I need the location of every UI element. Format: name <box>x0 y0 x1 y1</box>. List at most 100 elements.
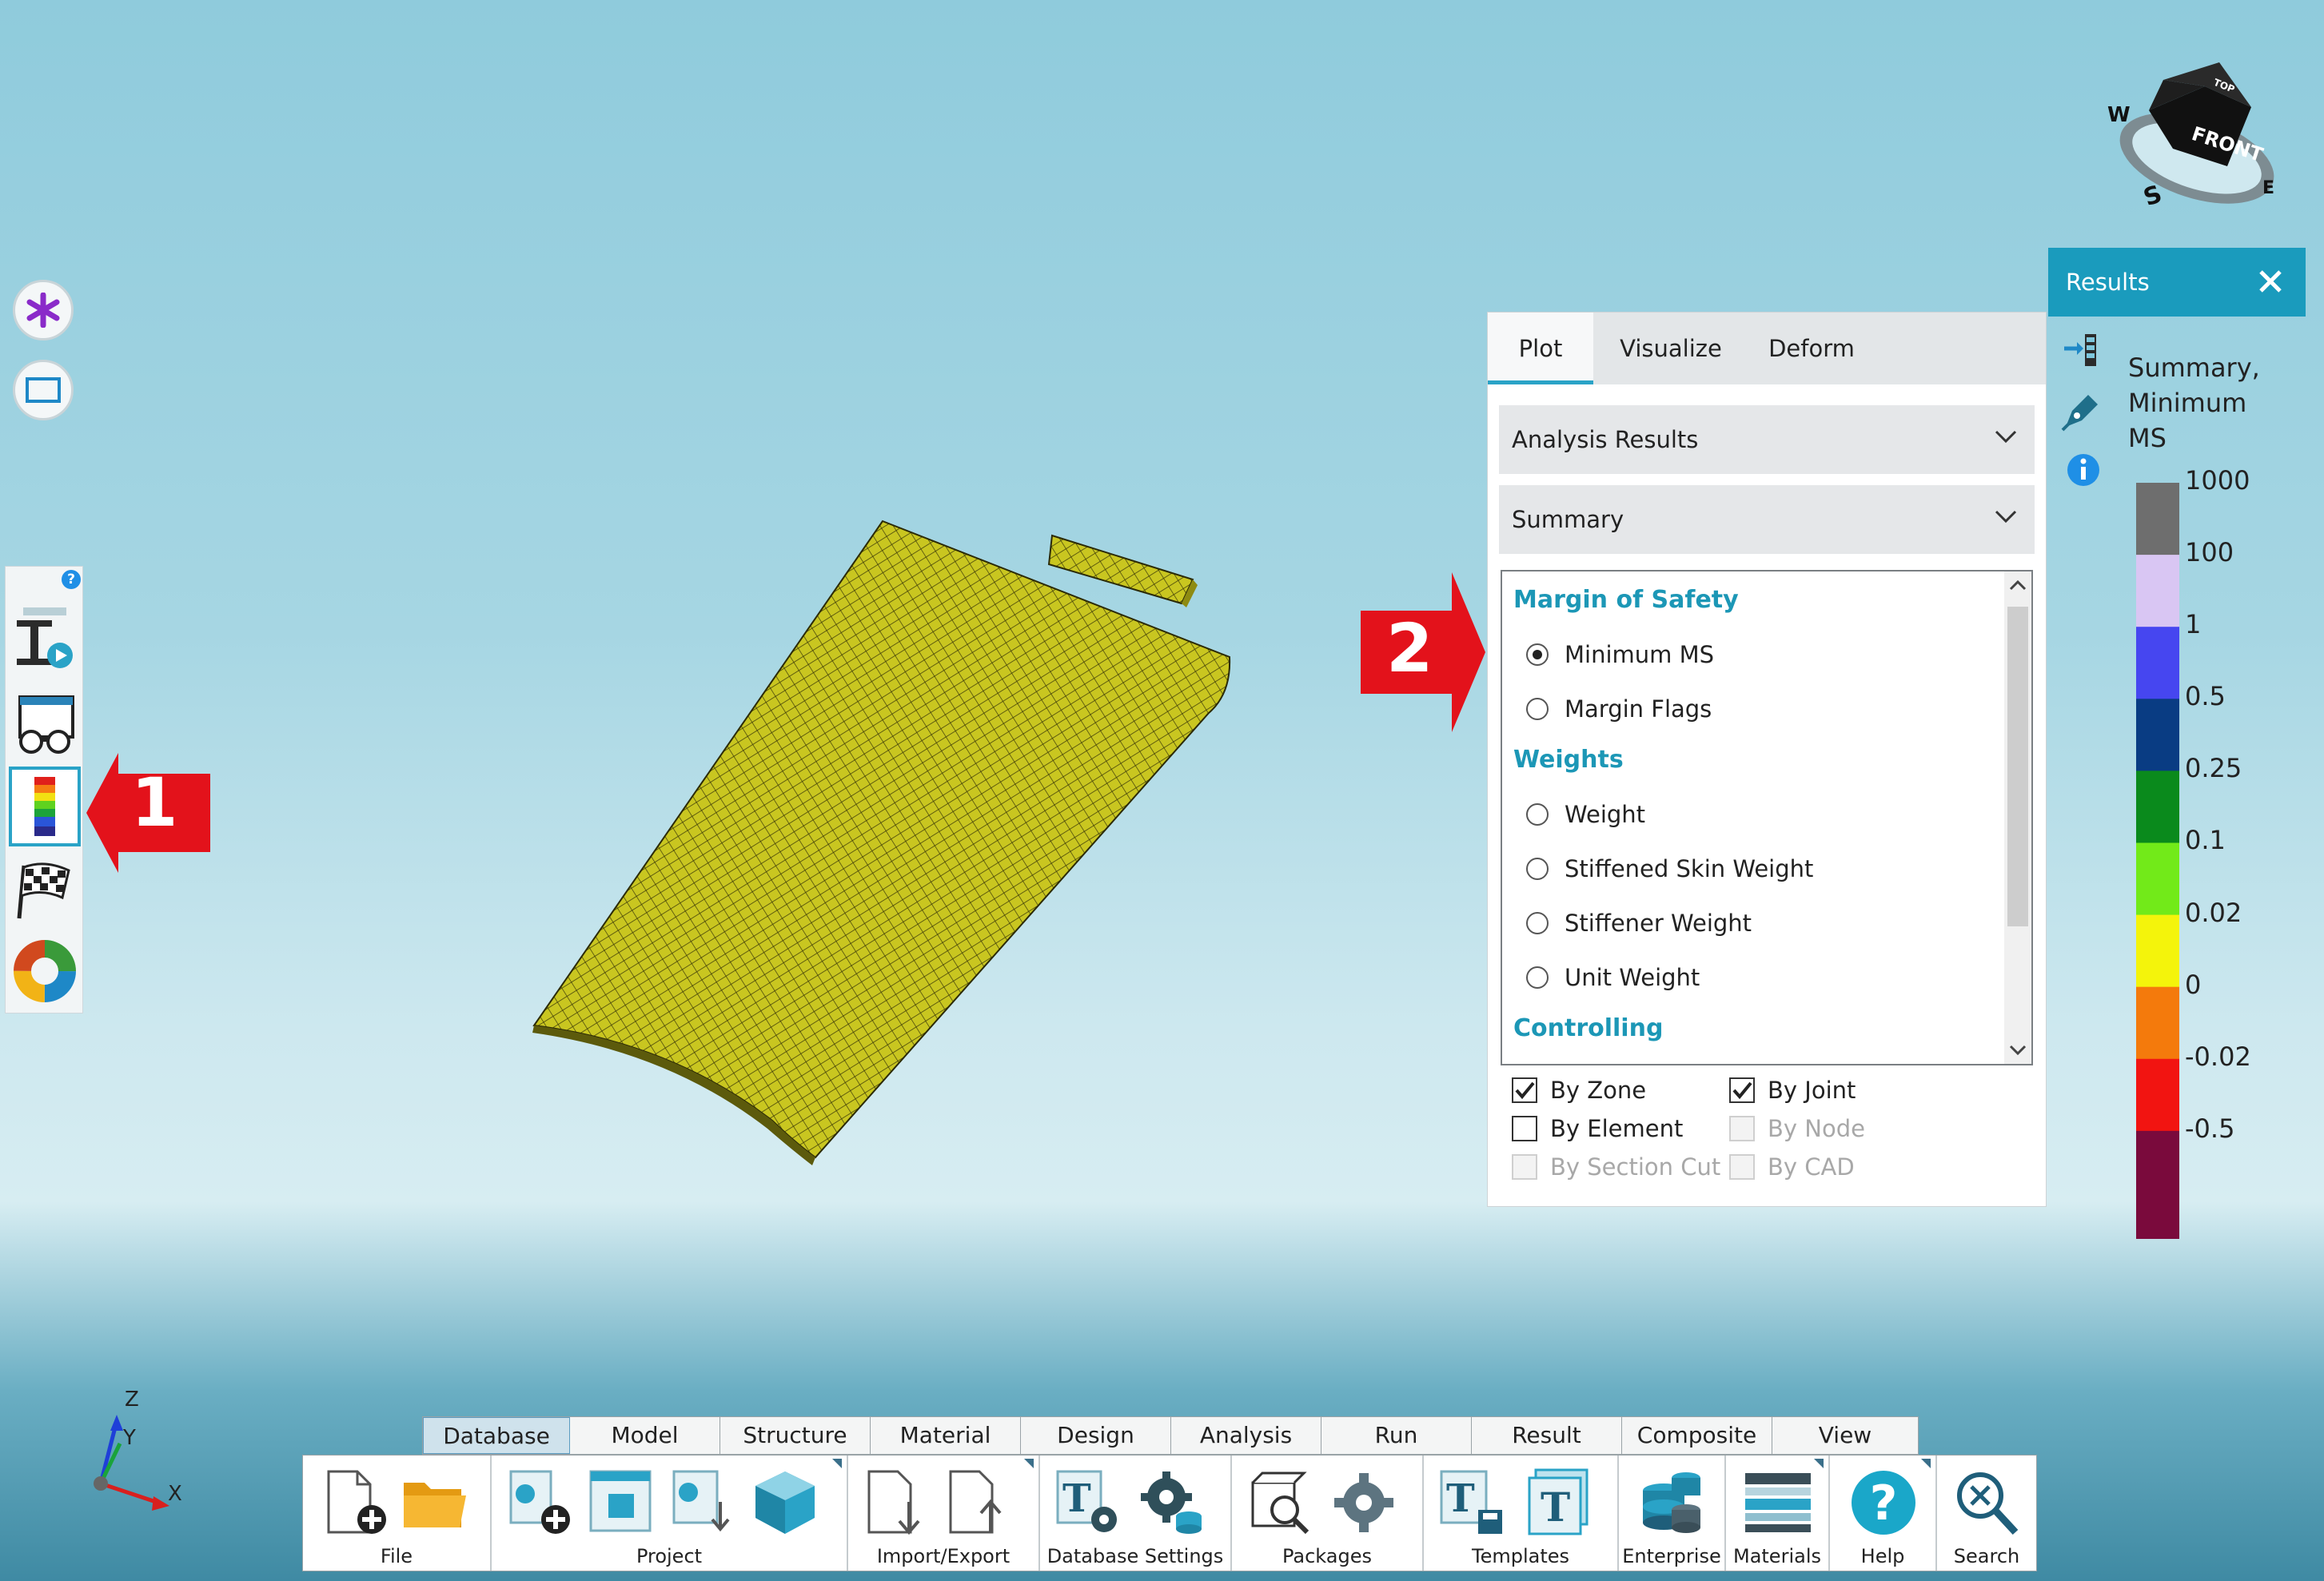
template-save-icon[interactable]: T <box>1437 1467 1509 1539</box>
checkbox-icon <box>1512 1154 1537 1180</box>
gear-database-icon[interactable] <box>1136 1467 1208 1539</box>
template-stack-icon[interactable]: T <box>1523 1467 1595 1539</box>
checkbox-by-section-cut: By Section Cut <box>1512 1153 1720 1181</box>
result-list[interactable]: Margin of Safety Minimum MS Margin Flags… <box>1501 570 2033 1065</box>
close-icon[interactable] <box>2254 265 2286 297</box>
axis-y-label: Y <box>123 1426 136 1450</box>
svg-text:?: ? <box>1870 1475 1898 1531</box>
asterisk-icon <box>26 293 60 328</box>
pen-icon[interactable] <box>2061 390 2103 432</box>
selection-mode-button[interactable] <box>13 280 74 340</box>
radio-icon <box>1526 803 1549 826</box>
search-icon[interactable] <box>1950 1467 2022 1539</box>
group-import-export-expand-icon[interactable] <box>1024 1459 1034 1468</box>
radio-minimum-ms[interactable]: Minimum MS <box>1526 639 1714 671</box>
radio-unit-weight[interactable]: Unit Weight <box>1526 962 1700 994</box>
legend-label: 0.25 <box>2185 753 2242 784</box>
tab-run[interactable]: Run <box>1321 1417 1472 1454</box>
group-enterprise: Enterprise <box>1619 1456 1726 1571</box>
beam-play-icon <box>17 607 73 668</box>
enterprise-database-icon[interactable] <box>1636 1467 1708 1539</box>
radio-stiffener-weight[interactable]: Stiffener Weight <box>1526 907 1752 939</box>
color-legend-bar <box>2136 483 2179 1239</box>
callout-number-2: 2 <box>1386 609 1433 687</box>
toolbar-checkered-flag[interactable] <box>9 851 81 931</box>
result-category-dropdown[interactable]: Analysis Results <box>1499 405 2035 474</box>
svg-text:T: T <box>1062 1476 1091 1521</box>
group-help: ? Help <box>1830 1456 1937 1571</box>
view-cube[interactable]: FRONT TOP W S E <box>2103 56 2286 216</box>
import-results-icon[interactable] <box>2063 331 2101 369</box>
group-help-label: Help <box>1860 1545 1905 1567</box>
tab-visualize[interactable]: Visualize <box>1608 313 1734 384</box>
tab-model[interactable]: Model <box>570 1417 720 1454</box>
open-folder-icon[interactable] <box>399 1467 471 1539</box>
group-help-expand-icon[interactable] <box>1921 1459 1931 1468</box>
import-icon[interactable] <box>861 1467 933 1539</box>
checkbox-by-element[interactable]: By Element <box>1512 1115 1683 1142</box>
group-materials: Materials <box>1726 1456 1830 1571</box>
legend-label: 0.5 <box>2185 681 2226 712</box>
chevron-up-icon[interactable] <box>2009 579 2027 591</box>
group-enterprise-label: Enterprise <box>1622 1545 1721 1567</box>
export-icon[interactable] <box>943 1467 1015 1539</box>
checkbox-icon <box>1729 1116 1755 1141</box>
package-box-icon[interactable] <box>749 1467 821 1539</box>
checkbox-icon <box>1512 1116 1537 1141</box>
legend-swatch <box>2136 627 2179 699</box>
rectangle-icon <box>26 377 61 403</box>
results-header: Results <box>2048 248 2306 317</box>
group-materials-expand-icon[interactable] <box>1814 1459 1824 1468</box>
scroll-thumb[interactable] <box>2007 607 2028 926</box>
radio-stiffened-skin-weight[interactable]: Stiffened Skin Weight <box>1526 853 1813 885</box>
toolbar-run-analysis[interactable] <box>9 597 81 677</box>
help-icon[interactable]: ? <box>62 570 81 589</box>
group-weights: Weights <box>1513 746 1624 774</box>
toolbar-donut-chart[interactable] <box>9 931 81 1011</box>
tab-plot[interactable]: Plot <box>1488 313 1593 384</box>
tab-database[interactable]: Database <box>423 1417 570 1454</box>
results-title: Results <box>2066 269 2150 296</box>
checkbox-icon <box>1729 1154 1755 1180</box>
group-templates-label: Templates <box>1471 1545 1569 1567</box>
import-project-icon[interactable] <box>668 1467 739 1539</box>
radio-weight[interactable]: Weight <box>1526 798 1645 830</box>
svg-text:T: T <box>1541 1483 1570 1531</box>
svg-text:T: T <box>1446 1476 1475 1521</box>
text-settings-icon[interactable]: T <box>1053 1467 1125 1539</box>
toolbar-view-results[interactable] <box>9 685 81 765</box>
materials-layers-icon[interactable] <box>1742 1467 1814 1539</box>
new-file-icon[interactable] <box>319 1467 391 1539</box>
new-project-icon[interactable] <box>504 1467 576 1539</box>
group-file-label: File <box>380 1545 413 1567</box>
chevron-down-icon <box>1995 510 2017 524</box>
tab-result[interactable]: Result <box>1472 1417 1622 1454</box>
chevron-down-icon[interactable] <box>2009 1045 2027 1056</box>
package-search-icon[interactable] <box>1245 1467 1317 1539</box>
tab-structure[interactable]: Structure <box>720 1417 871 1454</box>
help-question-icon[interactable]: ? <box>1848 1467 1919 1539</box>
gear-icon[interactable] <box>1328 1467 1400 1539</box>
info-icon[interactable] <box>2066 452 2101 488</box>
checkbox-by-joint[interactable]: By Joint <box>1729 1077 1856 1104</box>
tab-composite[interactable]: Composite <box>1622 1417 1772 1454</box>
legend-label: 0 <box>2185 969 2202 1000</box>
legend-swatch <box>2136 555 2179 627</box>
result-type-dropdown[interactable]: Summary <box>1499 485 2035 554</box>
tab-analysis[interactable]: Analysis <box>1171 1417 1321 1454</box>
tab-view[interactable]: View <box>1772 1417 1918 1454</box>
tab-material[interactable]: Material <box>871 1417 1021 1454</box>
legend-label: -0.5 <box>2185 1113 2235 1144</box>
toolbar-contour-plot[interactable] <box>9 767 81 846</box>
legend-label: 0.1 <box>2185 825 2226 856</box>
list-scrollbar[interactable] <box>2004 571 2031 1064</box>
tab-design[interactable]: Design <box>1021 1417 1171 1454</box>
legend-label: 1000 <box>2185 465 2250 496</box>
ribbon-database: File Project Import/Export T Database Se… <box>302 1455 2037 1571</box>
rectangle-select-button[interactable] <box>13 360 74 420</box>
group-project-expand-icon[interactable] <box>832 1459 842 1468</box>
radio-margin-flags[interactable]: Margin Flags <box>1526 693 1712 725</box>
open-project-icon[interactable] <box>586 1467 658 1539</box>
checkbox-by-zone[interactable]: By Zone <box>1512 1077 1646 1104</box>
tab-deform[interactable]: Deform <box>1752 313 1872 384</box>
